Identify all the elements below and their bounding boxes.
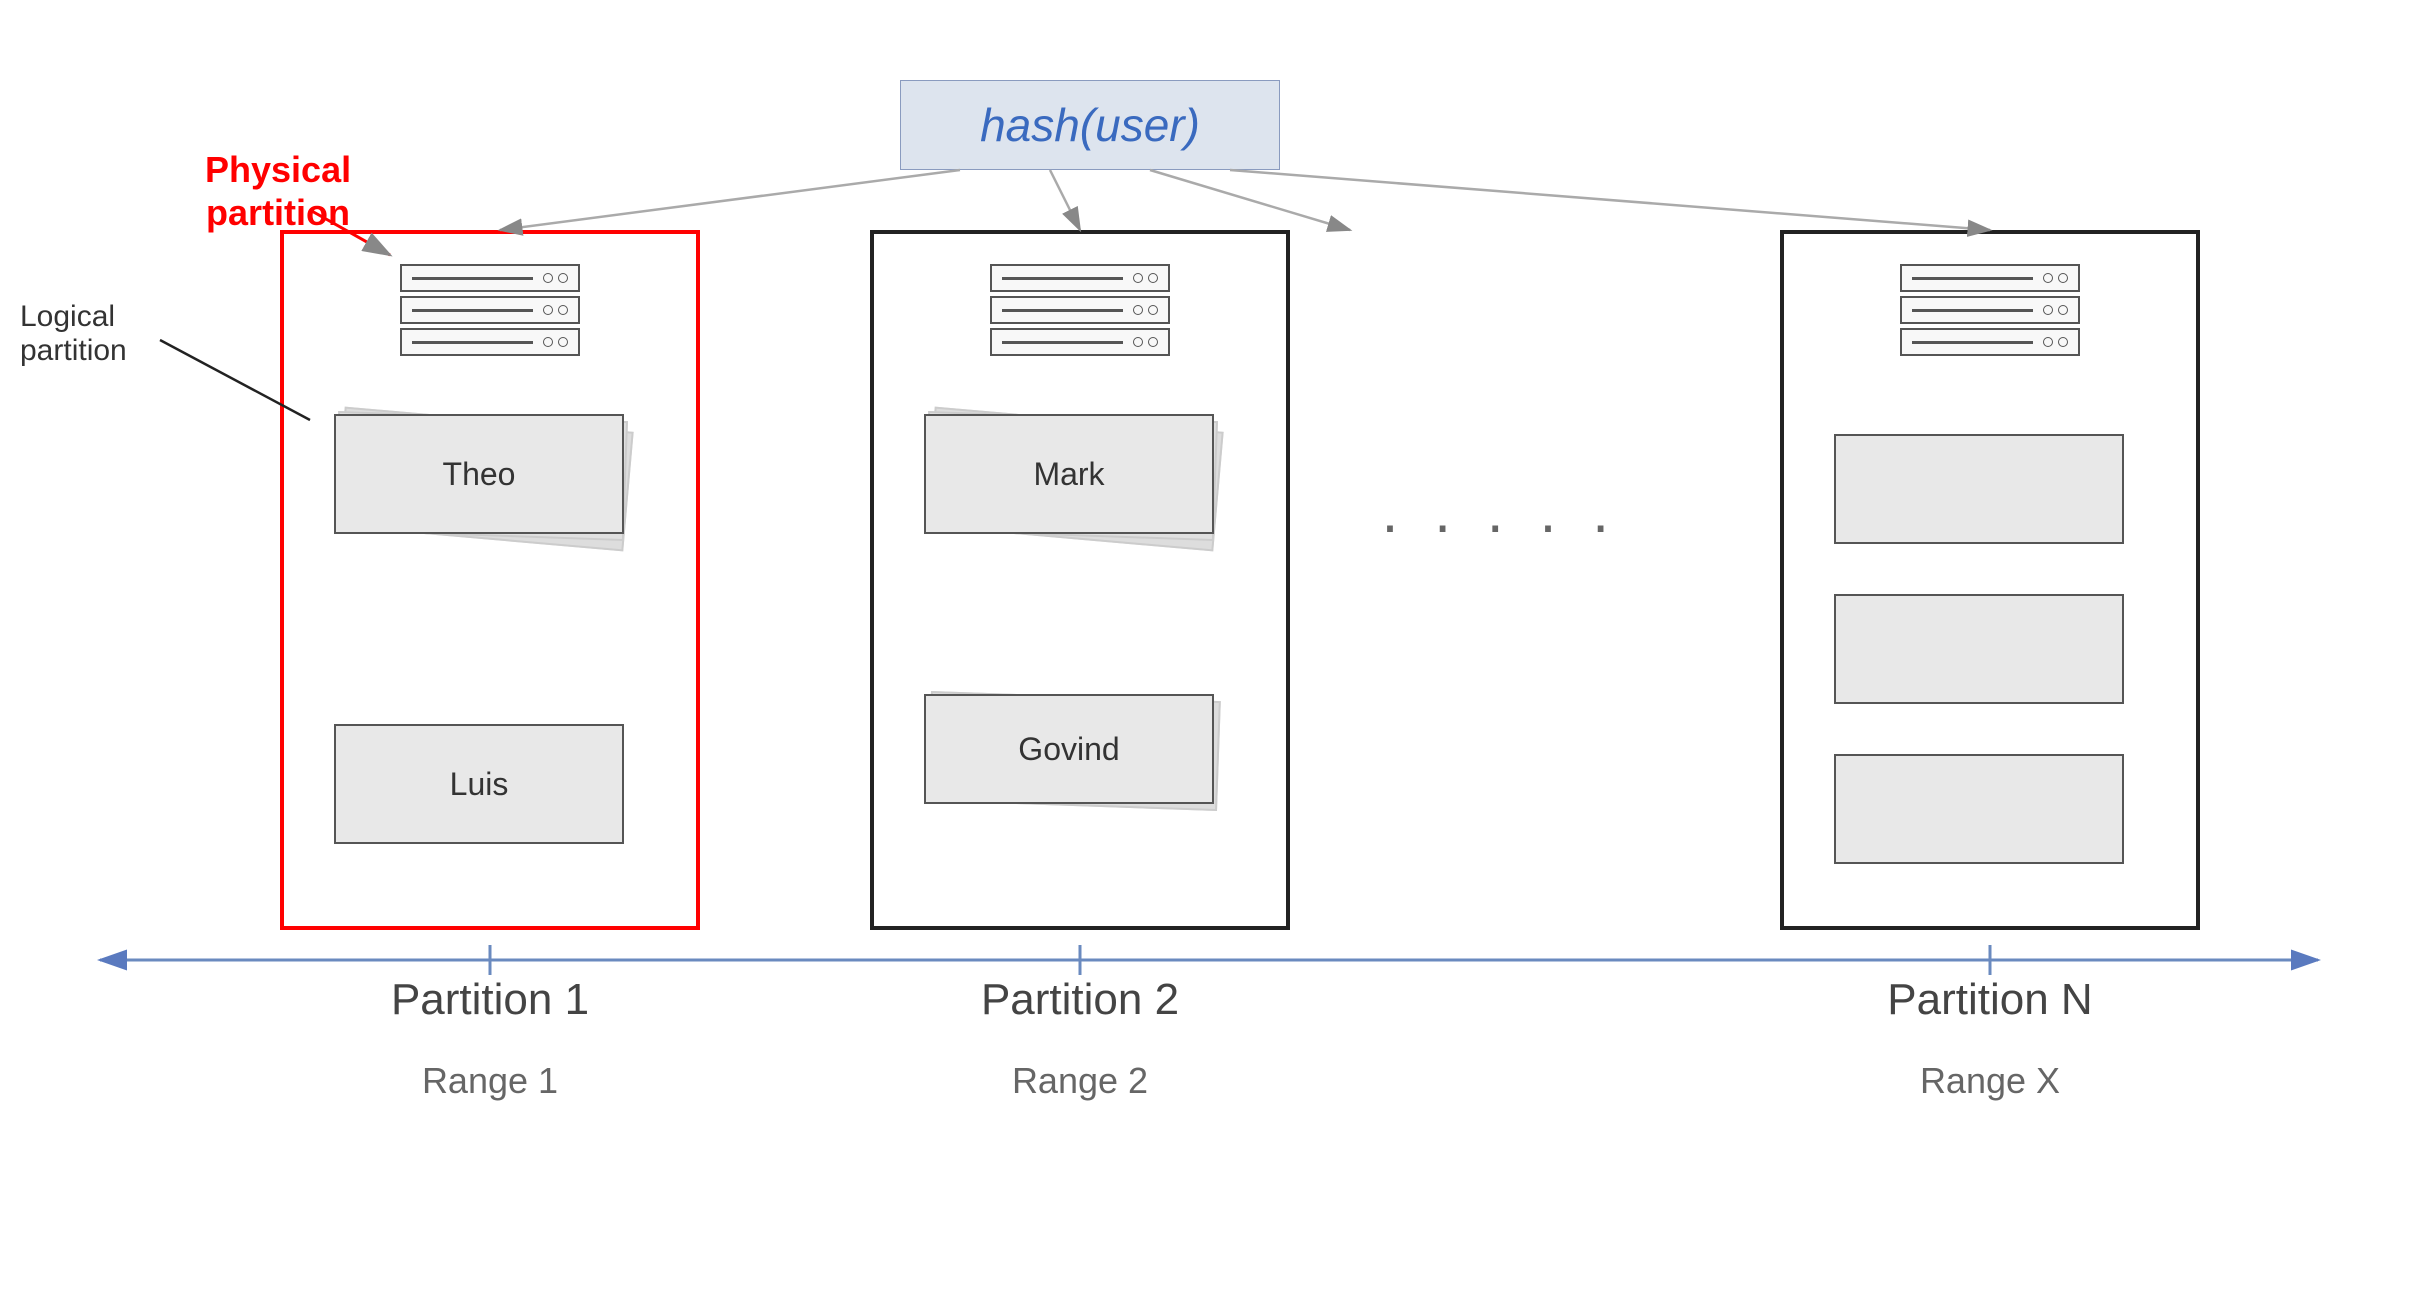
server-row [990,296,1170,324]
partition-n-box [1780,230,2200,930]
partition-2-label: Partition 2 [870,975,1290,1025]
server-line [412,341,533,344]
theo-record: Theo [334,414,624,534]
server-dot [1133,305,1143,315]
server-dot [2043,273,2053,283]
server-row [1900,264,2080,292]
server-dot [1148,337,1158,347]
server-dot [2058,273,2068,283]
diagram: hash(user) Physical partition Logicalpar… [0,0,2418,1316]
server-icon-n [1900,264,2080,384]
server-dot [2043,337,2053,347]
hash-label: hash(user) [980,98,1200,152]
server-icon-2 [990,264,1170,384]
server-dot [543,337,553,347]
server-line [1912,277,2033,280]
server-dot [1133,273,1143,283]
empty-record-2 [1834,594,2124,704]
partition-2-box: Mark Govind [870,230,1290,930]
server-icon-1 [400,264,580,384]
theo-label: Theo [443,456,516,493]
empty-record-1 [1834,434,2124,544]
partition-n-label: Partition N [1780,975,2200,1025]
server-dot [558,337,568,347]
server-dot [543,305,553,315]
server-line [1912,341,2033,344]
range-2-label: Range 2 [870,1060,1290,1102]
server-dot [2058,337,2068,347]
empty-record-3 [1834,754,2124,864]
server-dot [2043,305,2053,315]
partition-1-box: Theo Luis [280,230,700,930]
server-dot [558,273,568,283]
logical-partition-label: Logicalpartition [20,300,127,368]
server-line [412,277,533,280]
server-row [400,296,580,324]
mark-record: Mark [924,414,1214,534]
server-row [1900,296,2080,324]
server-row [990,328,1170,356]
server-dot [1133,337,1143,347]
range-x-label: Range X [1780,1060,2200,1102]
server-dot [1148,305,1158,315]
mark-label: Mark [1033,456,1104,493]
luis-record: Luis [334,724,624,844]
server-row [1900,328,2080,356]
server-row [400,328,580,356]
server-line [1912,309,2033,312]
server-dot [1148,273,1158,283]
range-1-label: Range 1 [280,1060,700,1102]
server-dot [558,305,568,315]
server-line [1002,341,1123,344]
govind-record: Govind [924,694,1214,804]
luis-label: Luis [450,766,509,803]
hash-box: hash(user) [900,80,1280,170]
physical-partition-label: Physical partition [205,148,351,234]
server-row [400,264,580,292]
server-line [1002,277,1123,280]
partition-1-label: Partition 1 [280,975,700,1025]
server-dot [2058,305,2068,315]
server-row [990,264,1170,292]
server-dot [543,273,553,283]
govind-label: Govind [1018,731,1119,768]
ellipsis: · · · · · [1380,490,1619,559]
server-line [412,309,533,312]
server-line [1002,309,1123,312]
